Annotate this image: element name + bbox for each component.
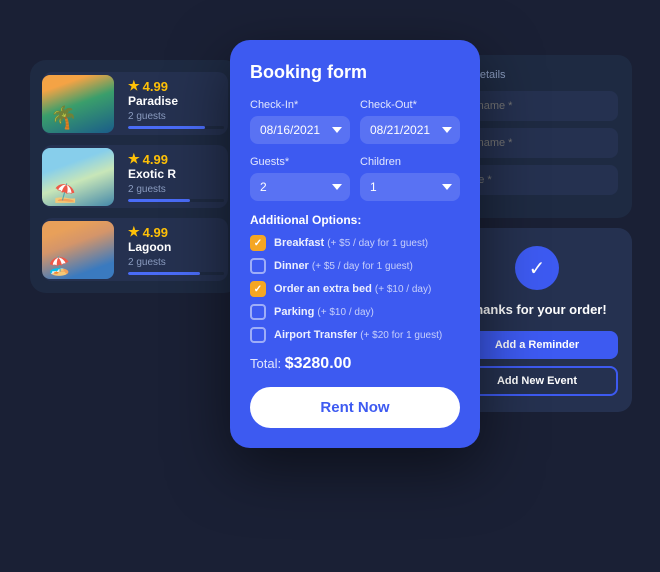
checkin-label: Check-In*: [250, 99, 350, 111]
property-guests: 2 guests: [128, 111, 224, 122]
phone-input[interactable]: [456, 165, 618, 195]
parking-label: Parking (+ $10 / day): [274, 306, 374, 318]
last-name-input[interactable]: [456, 128, 618, 158]
property-name: Paradise: [128, 94, 224, 108]
total-value: $3280.00: [285, 355, 352, 372]
checkin-select[interactable]: 08/16/2021: [250, 116, 350, 144]
parking-checkbox[interactable]: [250, 304, 266, 320]
guests-label: Guests*: [250, 156, 350, 168]
property-name: Exotic R: [128, 167, 224, 181]
progress-fill: [128, 199, 190, 202]
option-dinner[interactable]: Dinner (+ $5 / day for 1 guest): [250, 258, 460, 274]
checkout-group: Check-Out* 08/21/2021: [360, 99, 460, 144]
property-guests: 2 guests: [128, 257, 224, 268]
progress-bar: [128, 199, 224, 202]
booking-form: Booking form Check-In* 08/16/2021 Check-…: [230, 40, 480, 448]
dinner-label: Dinner (+ $5 / day for 1 guest): [274, 260, 413, 272]
progress-fill: [128, 272, 200, 275]
option-airport-transfer[interactable]: Airport Transfer (+ $20 for 1 guest): [250, 327, 460, 343]
checkout-select[interactable]: 08/21/2021: [360, 116, 460, 144]
extrabed-checkbox[interactable]: [250, 281, 266, 297]
children-label: Children: [360, 156, 460, 168]
property-details: ★ 4.99 Lagoon 2 guests: [124, 218, 228, 281]
property-details: ★ 4.99 Exotic R 2 guests: [124, 145, 228, 208]
date-row: Check-In* 08/16/2021 Check-Out* 08/21/20…: [250, 99, 460, 144]
star-icon: ★: [128, 151, 140, 167]
rent-now-button[interactable]: Rent Now: [250, 387, 460, 428]
children-select[interactable]: 1: [360, 173, 460, 201]
property-rating: ★ 4.99: [128, 78, 224, 94]
checkout-label: Check-Out*: [360, 99, 460, 111]
form-title: Booking form: [250, 62, 460, 83]
property-image: [42, 221, 114, 279]
airport-label: Airport Transfer (+ $20 for 1 guest): [274, 329, 442, 341]
thankyou-message: Thanks for your order!: [456, 302, 618, 317]
list-item[interactable]: ★ 4.99 Lagoon 2 guests: [42, 218, 228, 281]
property-list: ★ 4.99 Paradise 2 guests ★ 4.99 Exotic R…: [30, 60, 240, 293]
option-breakfast[interactable]: Breakfast (+ $5 / day for 1 guest): [250, 235, 460, 251]
children-group: Children 1: [360, 156, 460, 201]
progress-bar: [128, 126, 224, 129]
add-reminder-button[interactable]: Add a Reminder: [456, 331, 618, 359]
list-item[interactable]: ★ 4.99 Paradise 2 guests: [42, 72, 228, 135]
guests-row: Guests* 2 Children 1: [250, 156, 460, 201]
property-guests: 2 guests: [128, 184, 224, 195]
checkin-group: Check-In* 08/16/2021: [250, 99, 350, 144]
total-row: Total: $3280.00: [250, 355, 460, 373]
check-circle-icon: ✓: [515, 246, 559, 290]
star-icon: ★: [128, 224, 140, 240]
progress-fill: [128, 126, 205, 129]
total-label: Total:: [250, 356, 281, 371]
option-extra-bed[interactable]: Order an extra bed (+ $10 / day): [250, 281, 460, 297]
star-icon: ★: [128, 78, 140, 94]
property-details: ★ 4.99 Paradise 2 guests: [124, 72, 228, 135]
guests-select[interactable]: 2: [250, 173, 350, 201]
list-item[interactable]: ★ 4.99 Exotic R 2 guests: [42, 145, 228, 208]
checkmark-icon: ✓: [529, 256, 546, 281]
guests-group: Guests* 2: [250, 156, 350, 201]
additional-options-title: Additional Options:: [250, 213, 460, 227]
extrabed-label: Order an extra bed (+ $10 / day): [274, 283, 431, 295]
breakfast-checkbox[interactable]: [250, 235, 266, 251]
property-rating: ★ 4.99: [128, 151, 224, 167]
option-parking[interactable]: Parking (+ $10 / day): [250, 304, 460, 320]
dinner-checkbox[interactable]: [250, 258, 266, 274]
property-image: [42, 148, 114, 206]
first-name-input[interactable]: [456, 91, 618, 121]
property-rating: ★ 4.99: [128, 224, 224, 240]
breakfast-label: Breakfast (+ $5 / day for 1 guest): [274, 237, 428, 249]
add-new-event-button[interactable]: Add New Event: [456, 366, 618, 396]
property-name: Lagoon: [128, 240, 224, 254]
property-image: [42, 75, 114, 133]
airport-checkbox[interactable]: [250, 327, 266, 343]
progress-bar: [128, 272, 224, 275]
details-title: ing details: [456, 69, 618, 81]
